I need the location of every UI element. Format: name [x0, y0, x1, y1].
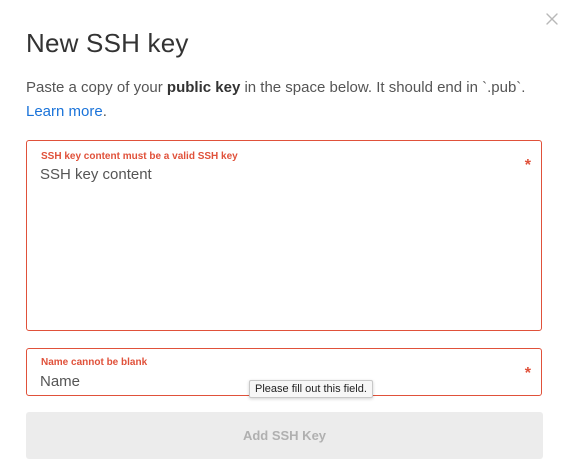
description-period: .: [102, 103, 107, 120]
add-ssh-key-button[interactable]: Add SSH Key: [26, 412, 543, 459]
learn-more-link[interactable]: Learn more: [26, 103, 103, 120]
name-error-message: Name cannot be blank: [41, 357, 148, 368]
description-text-2: in the space below. It should end in `.p…: [240, 79, 526, 96]
ssh-key-content-input[interactable]: [40, 166, 511, 320]
close-icon: [546, 13, 558, 25]
modal-description: Paste a copy of your public key in the s…: [26, 76, 556, 124]
modal-title: New SSH key: [26, 28, 189, 58]
close-button[interactable]: [544, 11, 560, 27]
description-bold: public key: [166, 79, 241, 96]
required-marker: *: [524, 365, 531, 382]
description-text-1: Paste a copy of your: [26, 79, 167, 96]
ssh-key-error-message: SSH key content must be a valid SSH key: [41, 151, 238, 162]
required-marker: *: [524, 157, 531, 174]
ssh-key-field: SSH key content must be a valid SSH key …: [26, 140, 542, 331]
new-ssh-key-modal: New SSH key Paste a copy of your public …: [0, 0, 575, 475]
validation-tooltip: Please fill out this field.: [249, 380, 373, 398]
